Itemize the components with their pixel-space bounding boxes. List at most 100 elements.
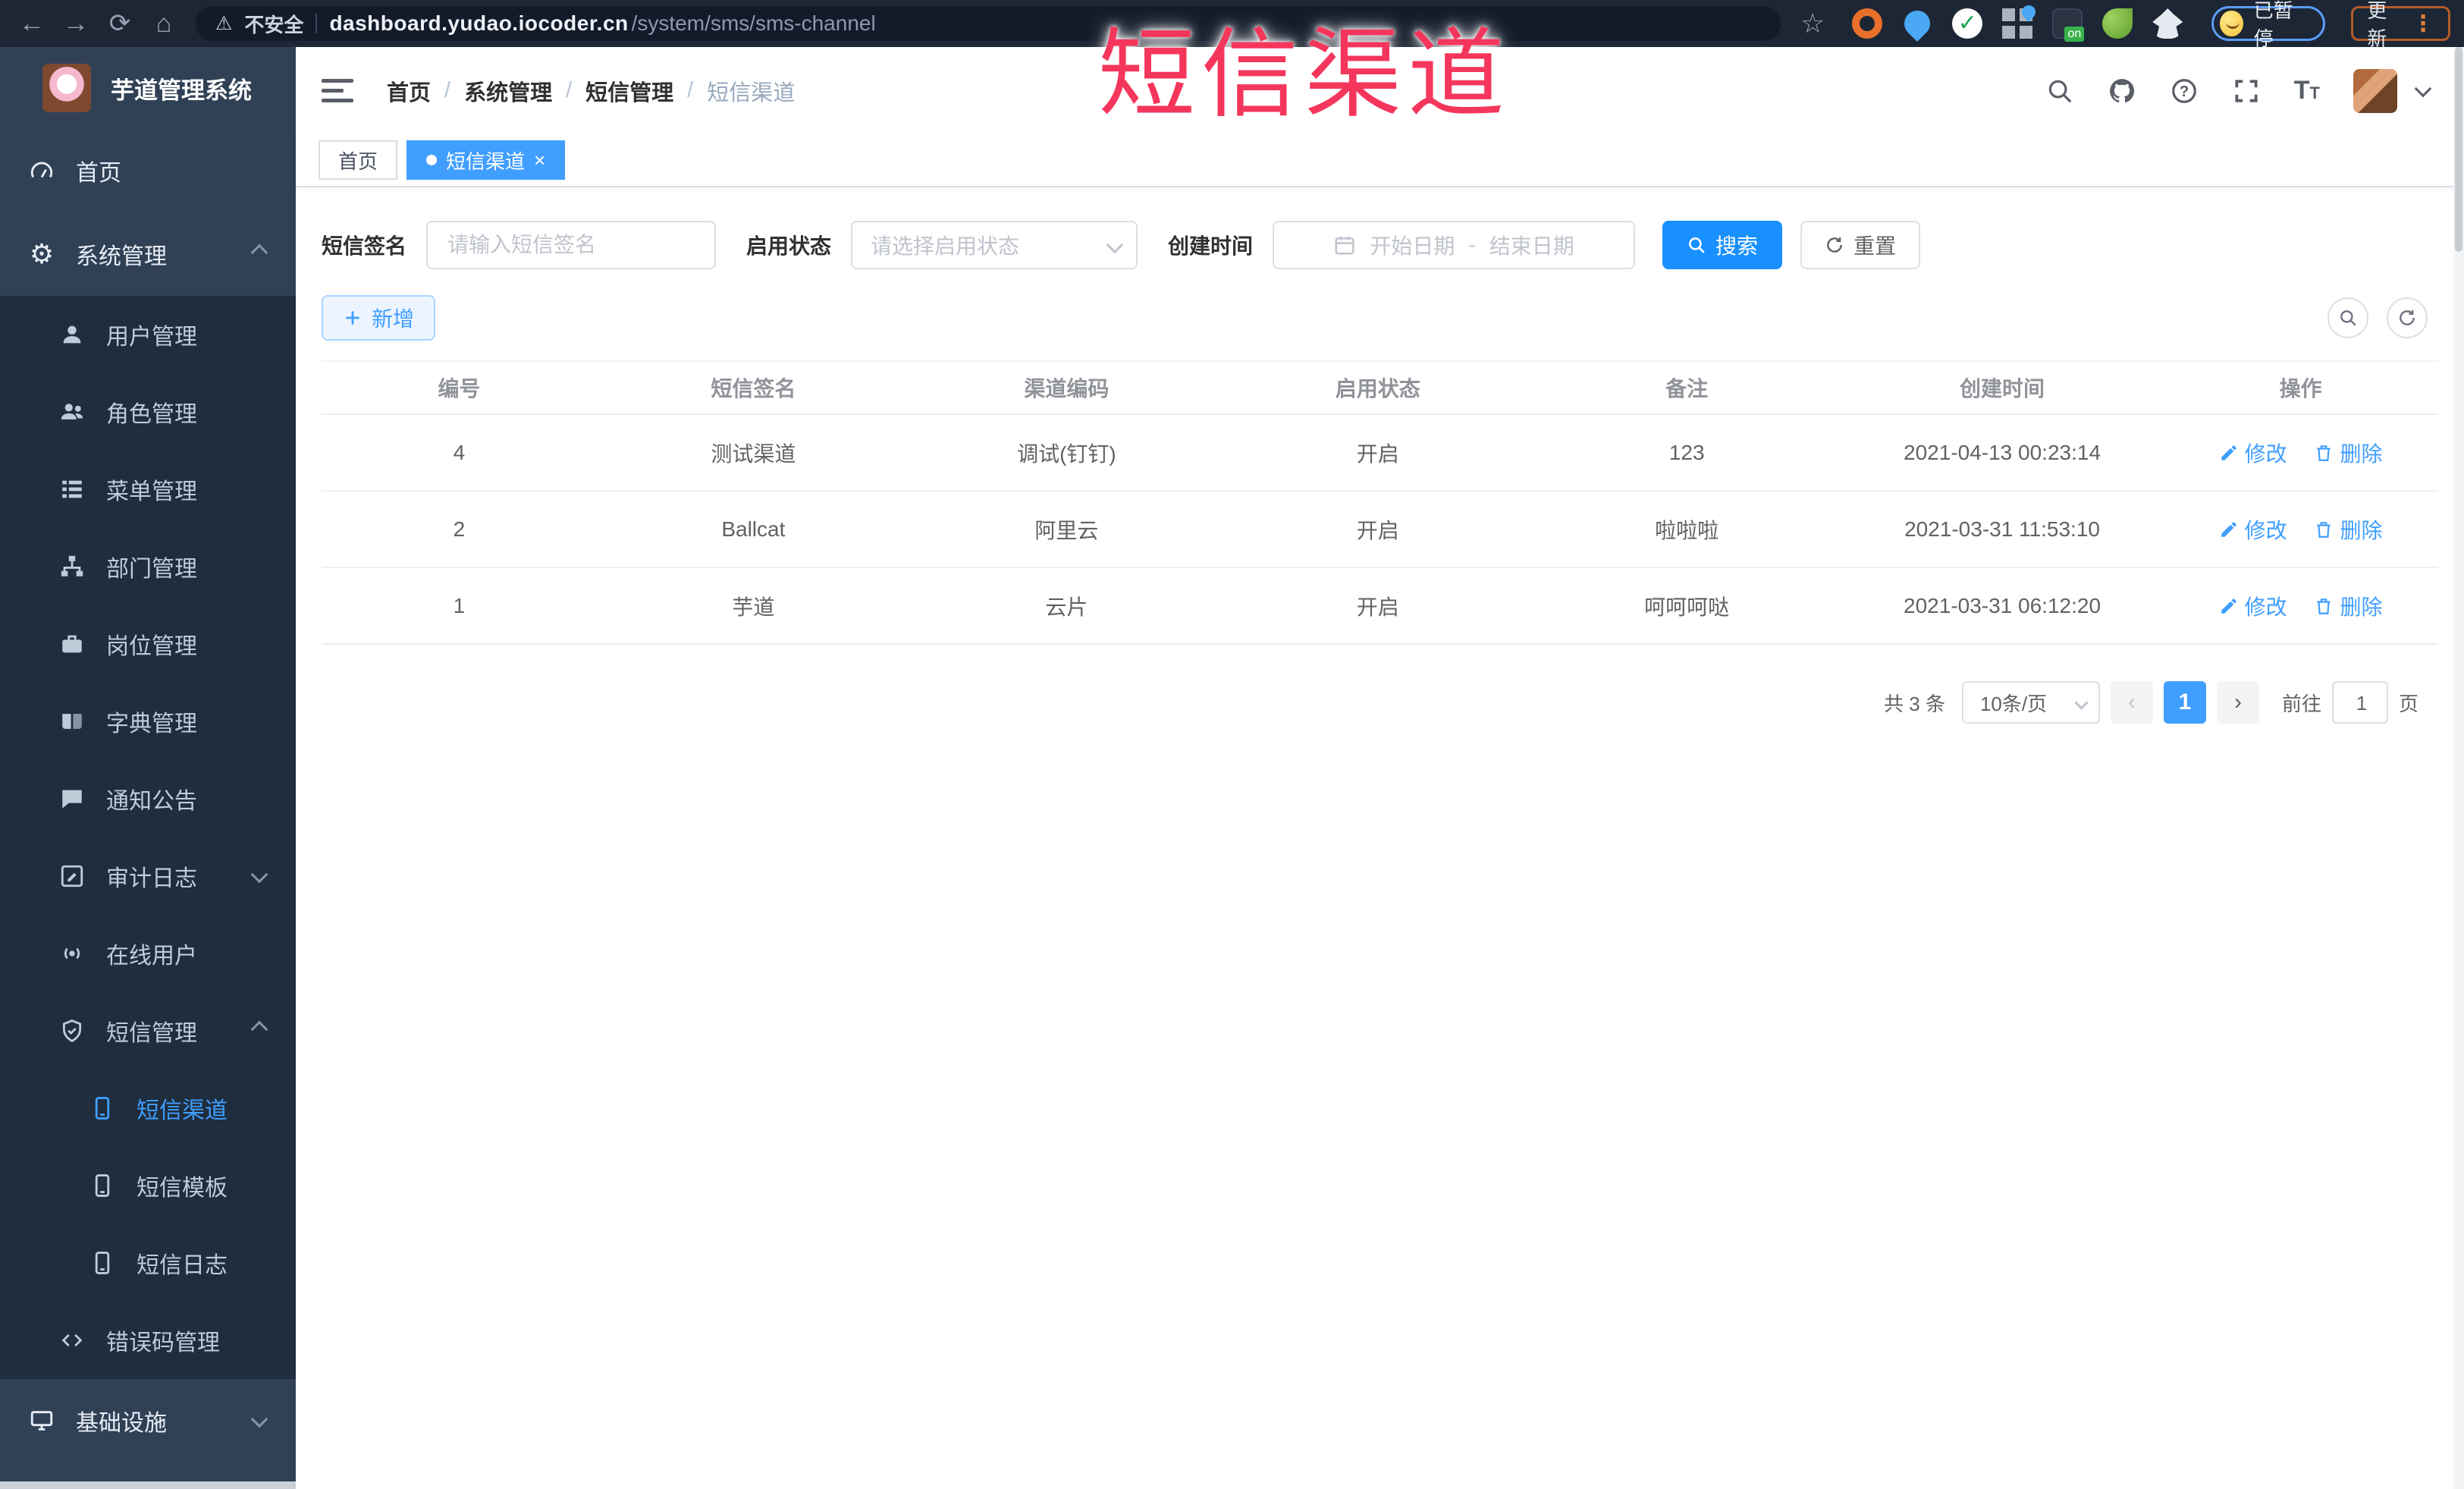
forward-icon[interactable]: → xyxy=(58,0,94,47)
paused-profile-chip[interactable]: 已暂停 xyxy=(2211,0,2326,50)
reload-icon[interactable]: ⟳ xyxy=(102,0,138,47)
sms-channel-table: 编号 短信签名 渠道编码 启用状态 备注 创建时间 操作 4 测试渠道 调试(钉… xyxy=(322,360,2438,645)
delete-link[interactable]: 删除 xyxy=(2314,438,2382,468)
page-1-button[interactable]: 1 xyxy=(2163,681,2206,724)
edit-link[interactable]: 修改 xyxy=(2219,591,2287,621)
goto-input-wrap xyxy=(2331,681,2390,724)
cell-created: 2021-03-31 11:53:10 xyxy=(1841,491,2164,568)
total-count: 共 3 条 xyxy=(1884,692,1945,715)
sidebar-item-error-code[interactable]: 错误码管理 xyxy=(0,1302,296,1379)
status-select[interactable]: 请选择启用状态 xyxy=(851,221,1138,269)
security-label[interactable]: 不安全 xyxy=(244,10,303,38)
goto-page-input[interactable] xyxy=(2333,683,2390,724)
next-page-button[interactable]: › xyxy=(2216,681,2259,724)
sidebar-item-sms-template[interactable]: 短信模板 xyxy=(0,1147,296,1224)
refresh-table-button[interactable] xyxy=(2387,297,2428,338)
table-row: 2 Ballcat 阿里云 开启 啦啦啦 2021-03-31 11:53:10… xyxy=(322,491,2438,568)
sidebar-item-sms-management[interactable]: 短信管理 xyxy=(0,992,296,1070)
avatar-chevron-down-icon[interactable] xyxy=(2414,80,2432,99)
github-icon[interactable] xyxy=(2108,77,2136,105)
breadcrumb-system[interactable]: 系统管理 xyxy=(464,75,552,107)
sidebar-item-infrastructure[interactable]: 基础设施 xyxy=(0,1379,296,1462)
edit-link[interactable]: 修改 xyxy=(2219,514,2287,545)
breadcrumb-home[interactable]: 首页 xyxy=(387,75,431,107)
vertical-scrollbar[interactable] xyxy=(2453,47,2464,1489)
home-icon[interactable]: ⌂ xyxy=(146,0,182,47)
fullscreen-icon[interactable] xyxy=(2232,77,2261,105)
start-date-placeholder[interactable]: 开始日期 xyxy=(1370,230,1455,260)
extension-icon-grid[interactable] xyxy=(2002,8,2033,39)
page-size-value: 10条/页 xyxy=(1979,692,2048,715)
avatar[interactable] xyxy=(2353,68,2397,113)
sidebar-item-label: 菜单管理 xyxy=(106,479,197,504)
update-label: 更新 xyxy=(2367,0,2387,50)
extension-icon-blue-pin[interactable] xyxy=(1899,5,1936,42)
extensions-row: ✓ xyxy=(1852,5,2183,42)
back-icon[interactable]: ← xyxy=(14,0,50,47)
dashboard-icon xyxy=(27,156,56,185)
prev-page-button[interactable]: ‹ xyxy=(2110,681,2153,724)
chevron-up-icon xyxy=(250,243,268,262)
help-icon[interactable]: ? xyxy=(2170,77,2199,105)
sidebar-item-dict-management[interactable]: 字典管理 xyxy=(0,683,296,760)
page-size-select[interactable]: 10条/页 xyxy=(1961,681,2100,724)
extensions-puzzle-icon[interactable] xyxy=(2152,8,2183,39)
sidebar-item-post-management[interactable]: 岗位管理 xyxy=(0,605,296,683)
scrollbar-thumb[interactable] xyxy=(2455,47,2462,252)
breadcrumb-separator: / xyxy=(687,78,694,102)
tab-home[interactable]: 首页 xyxy=(319,140,398,180)
sidebar-item-role-management[interactable]: 角色管理 xyxy=(0,373,296,451)
extension-icon-leaf[interactable] xyxy=(2102,8,2133,39)
col-created: 创建时间 xyxy=(1841,360,2164,415)
sidebar-item-notice[interactable]: 通知公告 xyxy=(0,760,296,837)
sidebar-item-sms-channel[interactable]: 短信渠道 xyxy=(0,1070,296,1147)
add-button[interactable]: 新增 xyxy=(322,295,436,341)
sidebar-bottom-scrollbar[interactable] xyxy=(0,1481,296,1489)
search-button[interactable]: 搜索 xyxy=(1662,221,1783,269)
extension-icon-screenshot[interactable] xyxy=(2052,8,2085,42)
sidebar-item-department-management[interactable]: 部门管理 xyxy=(0,528,296,605)
cell-status: 开启 xyxy=(1223,414,1533,492)
bookmark-star-icon[interactable]: ☆ xyxy=(1800,8,1825,39)
tags-view-bar: 首页 短信渠道 × xyxy=(296,134,2464,187)
end-date-placeholder[interactable]: 结束日期 xyxy=(1489,230,1574,260)
cell-id: 1 xyxy=(322,567,597,645)
tab-sms-channel[interactable]: 短信渠道 × xyxy=(406,140,566,180)
sidebar-item-label: 部门管理 xyxy=(106,557,197,582)
main-area: 首页 / 系统管理 / 短信管理 / 短信渠道 ? TT 首页 短信渠道 × 短… xyxy=(296,47,2464,1489)
address-bar[interactable]: ⚠ 不安全 dashboard.yudao.iocoder.cn /system… xyxy=(196,6,1781,41)
breadcrumb-separator: / xyxy=(566,78,573,102)
sidebar-item-system-management[interactable]: ⚙ 系统管理 xyxy=(0,212,296,296)
reset-button[interactable]: 重置 xyxy=(1800,221,1921,269)
sidebar-item-online-users[interactable]: 在线用户 xyxy=(0,915,296,992)
show-search-toggle-button[interactable] xyxy=(2327,297,2368,338)
range-separator: - xyxy=(1468,233,1476,256)
sidebar-item-audit-log[interactable]: 审计日志 xyxy=(0,837,296,915)
browser-update-button[interactable]: 更新 ⋮ xyxy=(2351,0,2450,50)
sidebar-item-label: 短信日志 xyxy=(137,1253,228,1278)
extension-icon-green-check[interactable]: ✓ xyxy=(1952,8,1983,39)
browser-menu-icon[interactable]: ⋮ xyxy=(2412,11,2434,37)
font-size-icon[interactable]: TT xyxy=(2294,76,2320,105)
sidebar-item-sms-log[interactable]: 短信日志 xyxy=(0,1224,296,1302)
date-range-picker[interactable]: 开始日期 - 结束日期 xyxy=(1273,221,1636,269)
sidebar-item-menu-management[interactable]: 菜单管理 xyxy=(0,451,296,528)
breadcrumb-separator: / xyxy=(444,78,451,102)
delete-link[interactable]: 删除 xyxy=(2314,514,2382,545)
extension-icon-orange-ring[interactable] xyxy=(1852,8,1883,39)
delete-link[interactable]: 删除 xyxy=(2314,591,2382,621)
search-icon[interactable] xyxy=(2045,77,2074,105)
monitor-icon xyxy=(27,1406,56,1435)
sign-input[interactable] xyxy=(446,232,697,258)
hamburger-icon[interactable] xyxy=(322,79,353,102)
sidebar-item-home[interactable]: 首页 xyxy=(0,129,296,212)
pagination: 共 3 条 10条/页 ‹ 1 › 前往 页 xyxy=(322,681,2438,724)
page-content: 短信签名 启用状态 请选择启用状态 创建时间 开始日期 - 结束日期 xyxy=(296,187,2464,1489)
annotation-overlay-title: 短信渠道 xyxy=(1098,20,1511,129)
edit-link[interactable]: 修改 xyxy=(2219,438,2287,468)
breadcrumb-sms[interactable]: 短信管理 xyxy=(585,75,673,107)
sidebar-item-label: 字典管理 xyxy=(106,712,197,737)
sidebar-item-user-management[interactable]: 用户管理 xyxy=(0,296,296,373)
sidebar-item-label: 基础设施 xyxy=(76,1411,167,1436)
close-icon[interactable]: × xyxy=(534,149,545,172)
